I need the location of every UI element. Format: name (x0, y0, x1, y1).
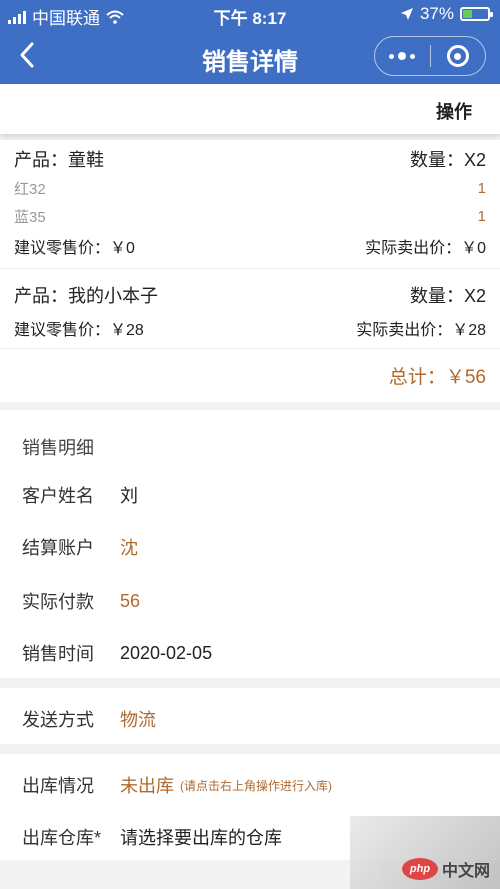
order-total: 总计：￥56 (388, 367, 486, 388)
warehouse-select[interactable]: 请选择要出库的仓库 (120, 824, 282, 850)
battery-icon (460, 7, 493, 21)
field-value: 2020-02-05 (120, 642, 213, 663)
divider (0, 348, 500, 349)
product-name: 产品：我的小本子 (14, 286, 158, 306)
shipping-section: 发送方式 物流 (0, 688, 500, 744)
mini-program-capsule (374, 36, 486, 76)
field-label: 出库情况 (22, 776, 94, 796)
account-field: 结算账户 沈 (22, 534, 478, 560)
actual-price: 实际卖出价：￥0 (365, 240, 486, 257)
shipping-field: 发送方式 物流 (22, 706, 478, 732)
customer-field: 客户姓名 刘 (22, 482, 478, 508)
product-price-row: 建议零售价：￥28 实际卖出价：￥28 (14, 316, 486, 340)
nav-bar: 销售详情 (0, 28, 500, 84)
variant-qty: 1 (477, 208, 486, 225)
php-logo: php (401, 858, 438, 880)
variant-name: 蓝35 (14, 209, 46, 226)
product-price-row: 建议零售价：￥0 实际卖出价：￥0 (14, 234, 486, 258)
variant-qty: 1 (477, 180, 486, 197)
variant-row: 红32 1 (14, 178, 486, 199)
battery-percent: 37% (419, 4, 454, 23)
payment-field: 实际付款 56 (22, 588, 478, 614)
status-bar: 中国联通 下午 8:17 37% (0, 0, 500, 28)
product-list: 产品：童鞋 数量：X2 红32 1 蓝35 1 建议零售价：￥0 实际卖出价：￥… (0, 140, 500, 402)
field-value: 沈 (120, 538, 138, 558)
sales-detail-section: 销售明细 客户姓名 刘 结算账户 沈 实际付款 56 销售时间 2020-02-… (0, 410, 500, 678)
stock-note: (请点击右上角操作进行入库) (180, 778, 332, 793)
battery-fill (463, 10, 472, 18)
watermark-logo: php 中文网 (401, 857, 490, 881)
status-right: 37% (400, 4, 493, 24)
watermark-text: 中文网 (441, 863, 490, 880)
field-value: 未出库 (120, 776, 174, 796)
field-label: 出库仓库* (22, 828, 102, 848)
field-label: 结算账户 (22, 538, 94, 558)
field-label: 客户姓名 (22, 486, 94, 506)
field-label: 销售时间 (22, 644, 94, 664)
field-value: 刘 (120, 486, 138, 506)
field-label: 发送方式 (22, 710, 94, 730)
retail-price: 建议零售价：￥28 (14, 322, 144, 339)
operation-bar: 操作 (0, 84, 500, 134)
total-row: 总计：￥56 (14, 362, 486, 389)
more-dots-icon[interactable] (375, 52, 430, 60)
divider (0, 268, 500, 269)
product-header: 产品：我的小本子 数量：X2 (14, 282, 486, 308)
watermark: php 中文网 (350, 816, 500, 889)
sale-date-field: 销售时间 2020-02-05 (22, 640, 478, 666)
product-quantity: 数量：X2 (409, 286, 486, 306)
variant-row: 蓝35 1 (14, 206, 486, 227)
product-header: 产品：童鞋 数量：X2 (14, 146, 486, 172)
actual-price: 实际卖出价：￥28 (356, 322, 486, 339)
field-value: 物流 (120, 710, 156, 730)
section-title: 销售明细 (22, 438, 94, 458)
stock-status-field: 出库情况 未出库 (请点击右上角操作进行入库) (22, 772, 478, 798)
operate-button[interactable]: 操作 (436, 98, 472, 124)
product-quantity: 数量：X2 (409, 150, 486, 170)
retail-price: 建议零售价：￥0 (14, 240, 135, 257)
location-arrow-icon (400, 8, 413, 20)
product-name: 产品：童鞋 (14, 150, 104, 170)
field-label: 实际付款 (22, 592, 94, 612)
variant-name: 红32 (14, 181, 46, 198)
field-value: 56 (120, 590, 141, 611)
close-circle-icon[interactable] (431, 45, 486, 67)
